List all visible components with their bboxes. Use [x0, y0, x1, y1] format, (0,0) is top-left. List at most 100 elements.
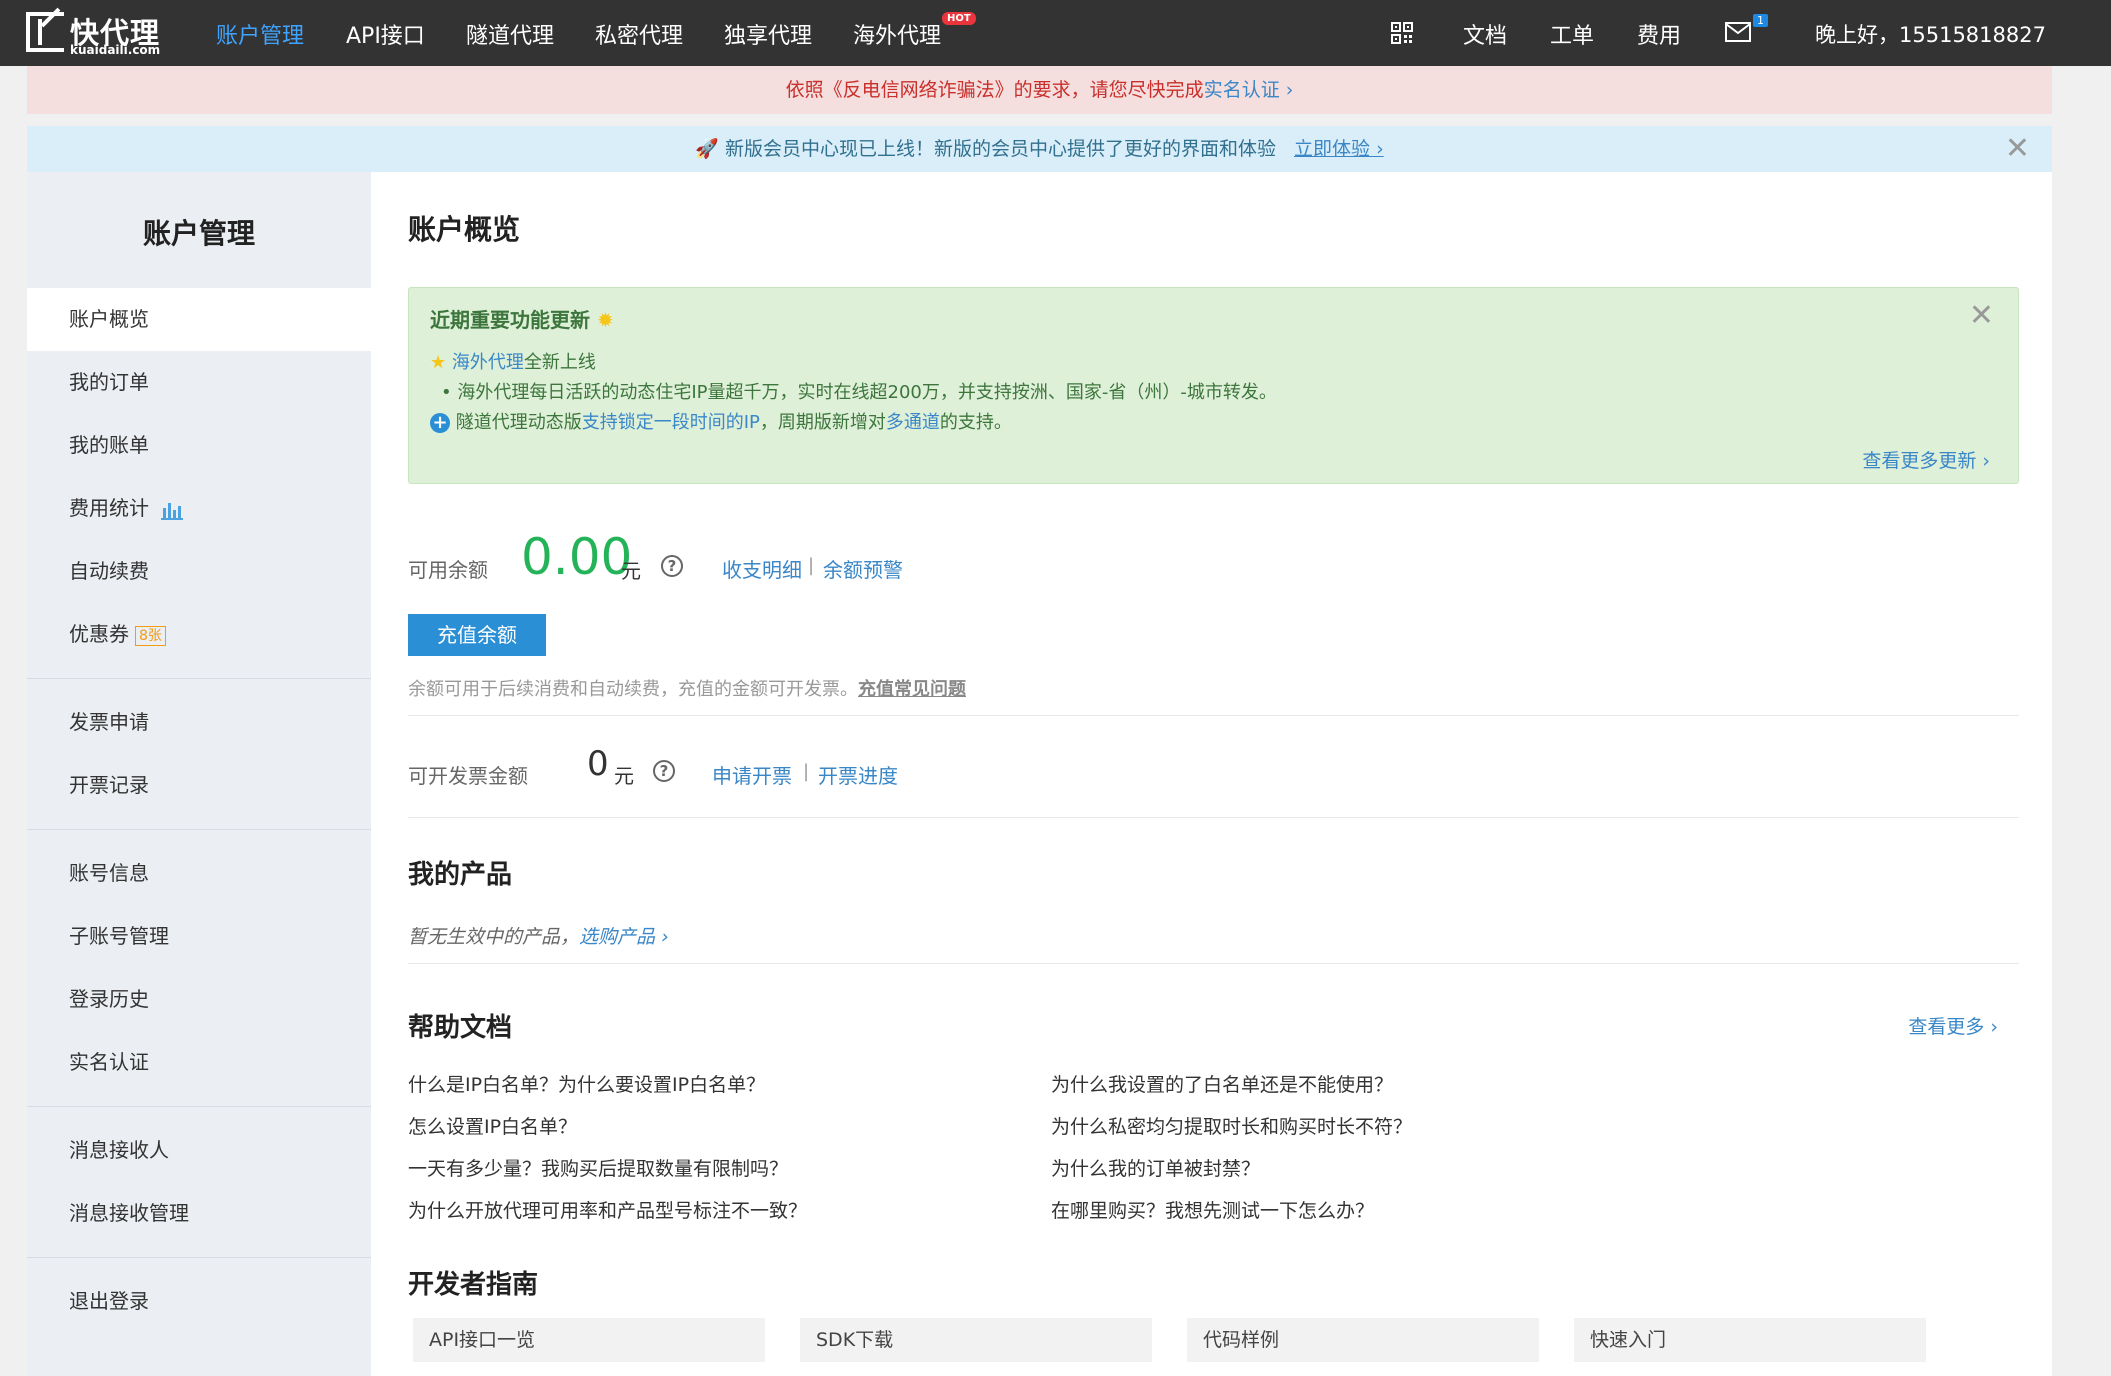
star-icon: ★ [430, 352, 447, 373]
sidebar-item-realname[interactable]: 实名认证 [27, 1031, 371, 1094]
mail-icon[interactable] [1725, 21, 1753, 43]
update-line-3: + 隧道代理动态版支持锁定一段时间的IP，周期版新增对多通道的支持。 [430, 408, 1012, 434]
divider [408, 817, 2019, 818]
sidebar-item-invoice-apply[interactable]: 发票申请 [27, 691, 371, 754]
new-member-center-banner: 🚀 新版会员中心现已上线！新版的会员中心提供了更好的界面和体验 立即体验 › ✕ [27, 126, 2052, 172]
sidebar-item-message-settings[interactable]: 消息接收管理 [27, 1182, 371, 1245]
sidebar-item-label: 实名认证 [69, 1050, 149, 1074]
mail-count-badge: 1 [1753, 14, 1768, 27]
overseas-proxy-link[interactable]: 海外代理 [452, 352, 524, 373]
realname-warning-banner: 依照《反电信网络诈骗法》的要求，请您尽快完成实名认证 › [27, 66, 2052, 114]
lock-ip-link[interactable]: 支持锁定一段时间的IP [582, 412, 760, 433]
sidebar-item-label: 消息接收人 [69, 1138, 169, 1162]
help-doc-link[interactable]: 一天有多少量？我购买后提取数量有限制吗？ [408, 1154, 788, 1181]
invoice-progress-link[interactable]: 开票进度 [818, 760, 898, 789]
balance-label: 可用余额 [408, 558, 488, 582]
dev-card-quickstart[interactable]: 快速入门 [1574, 1318, 1926, 1362]
invoice-label: 可开发票金额 [408, 764, 528, 788]
more-updates-link[interactable]: 查看更多更新 › [1862, 446, 1990, 473]
update-line-1: ★ 海外代理全新上线 [430, 352, 596, 373]
sidebar-item-invoice-records[interactable]: 开票记录 [27, 754, 371, 817]
nav-overseas-proxy[interactable]: 海外代理 [853, 18, 941, 50]
sidebar-item-label: 账户概览 [69, 307, 149, 331]
sidebar-item-login-history[interactable]: 登录历史 [27, 968, 371, 1031]
bar-chart-icon [161, 502, 184, 520]
help-doc-link[interactable]: 怎么设置IP白名单？ [408, 1112, 577, 1139]
invoice-unit: 元 [614, 764, 634, 788]
help-doc-link[interactable]: 为什么开放代理可用率和产品型号标注不一致？ [408, 1196, 807, 1223]
qrcode-icon[interactable] [1391, 22, 1413, 44]
sidebar-item-overview[interactable]: 账户概览 [27, 288, 371, 351]
dev-card-sdk[interactable]: SDK下载 [800, 1318, 1152, 1362]
help-doc-link[interactable]: 为什么我设置的了白名单还是不能使用？ [1051, 1070, 1393, 1097]
help-doc-link[interactable]: 在哪里购买？我想先测试一下怎么办？ [1051, 1196, 1374, 1223]
balance-unit: 元 [621, 559, 641, 583]
nav-private-proxy[interactable]: 私密代理 [595, 18, 683, 50]
dev-card-code-samples[interactable]: 代码样例 [1187, 1318, 1539, 1362]
sidebar-item-label: 消息接收管理 [69, 1201, 189, 1225]
nav-billing[interactable]: 费用 [1637, 18, 1681, 50]
sidebar-item-label: 我的账单 [69, 433, 149, 457]
logo-icon [26, 12, 64, 52]
apply-invoice-link[interactable]: 申请开票 [712, 760, 792, 789]
sidebar-item-label: 退出登录 [69, 1289, 149, 1313]
buy-products-link[interactable]: 选购产品 › [579, 926, 669, 948]
sidebar-item-account-info[interactable]: 账号信息 [27, 842, 371, 905]
nav-account[interactable]: 账户管理 [216, 18, 304, 50]
sidebar-title: 账户管理 [142, 217, 255, 250]
no-products-text: 暂无生效中的产品，选购产品 › [408, 926, 669, 948]
top-nav: 快代理 kuaidaili.com 账户管理 API接口 隧道代理 私密代理 独… [0, 0, 2111, 66]
balance-alert-link[interactable]: 余额预警 [823, 554, 903, 583]
close-icon[interactable]: ✕ [2005, 126, 2030, 172]
logo[interactable]: 快代理 kuaidaili.com [26, 10, 166, 57]
nav-tunnel-proxy[interactable]: 隧道代理 [466, 18, 554, 50]
recharge-button[interactable]: 充值余额 [408, 614, 546, 656]
nav-docs[interactable]: 文档 [1463, 18, 1507, 50]
sidebar: 账户管理 账户概览 我的订单 我的账单 费用统计 自动续费 优惠券 8张 发票申请… [27, 172, 371, 1376]
sidebar-item-message-receivers[interactable]: 消息接收人 [27, 1119, 371, 1182]
transactions-link[interactable]: 收支明细 [722, 554, 802, 583]
help-doc-link[interactable]: 为什么私密均匀提取时长和购买时长不符？ [1051, 1112, 1412, 1139]
multi-channel-link[interactable]: 多通道 [886, 412, 940, 433]
close-icon[interactable]: ✕ [1969, 298, 1994, 333]
help-icon[interactable]: ? [661, 555, 683, 577]
try-now-link[interactable]: 立即体验 › [1294, 138, 1384, 160]
help-more-link[interactable]: 查看更多 › [1908, 1012, 1998, 1039]
sidebar-item-label: 我的订单 [69, 370, 149, 394]
sidebar-item-sub-accounts[interactable]: 子账号管理 [27, 905, 371, 968]
sidebar-item-logout[interactable]: 退出登录 [27, 1270, 371, 1333]
sidebar-item-label: 账号信息 [69, 861, 149, 885]
page-title: 账户概览 [408, 213, 521, 246]
nav-api[interactable]: API接口 [346, 18, 425, 50]
help-doc-link[interactable]: 为什么我的订单被封禁？ [1051, 1154, 1260, 1181]
coupon-count-badge: 8张 [135, 625, 166, 646]
realname-link[interactable]: 实名认证 › [1204, 79, 1294, 101]
sidebar-item-auto-renew[interactable]: 自动续费 [27, 540, 371, 603]
plus-circle-icon: + [430, 413, 450, 433]
sun-icon: ✹ [596, 308, 614, 332]
help-icon[interactable]: ? [653, 760, 675, 782]
balance-amount: 0.00 [521, 528, 633, 586]
help-doc-link[interactable]: 什么是IP白名单？为什么要设置IP白名单？ [408, 1070, 765, 1097]
sidebar-item-label: 优惠券 [69, 622, 129, 646]
update-line-2: • 海外代理每日活跃的动态住宅IP量超千万，实时在线超200万，并支持按洲、国家… [441, 382, 1277, 403]
sidebar-item-cost-stats[interactable]: 费用统计 [27, 477, 371, 540]
sidebar-item-bills[interactable]: 我的账单 [27, 414, 371, 477]
sidebar-item-orders[interactable]: 我的订单 [27, 351, 371, 414]
warning-text: 依照《反电信网络诈骗法》的要求，请您尽快完成 [785, 79, 1204, 101]
sidebar-item-coupons[interactable]: 优惠券 8张 [27, 603, 371, 666]
bullet-icon: • [441, 382, 452, 403]
divider [27, 678, 371, 679]
nav-dedicated-proxy[interactable]: 独享代理 [724, 18, 812, 50]
divider: | [808, 555, 815, 576]
divider [27, 1257, 371, 1258]
sidebar-item-label: 子账号管理 [69, 924, 169, 948]
user-greeting[interactable]: 晚上好，15515818827 [1815, 19, 2046, 49]
divider [27, 829, 371, 830]
recharge-note: 余额可用于后续消费和自动续费，充值的金额可开发票。充值常见问题 [408, 679, 966, 700]
recharge-faq-link[interactable]: 充值常见问题 [858, 679, 966, 700]
sidebar-item-label: 开票记录 [69, 773, 149, 797]
dev-card-api-list[interactable]: API接口一览 [413, 1318, 765, 1362]
nav-tickets[interactable]: 工单 [1550, 18, 1594, 50]
divider [27, 1106, 371, 1107]
